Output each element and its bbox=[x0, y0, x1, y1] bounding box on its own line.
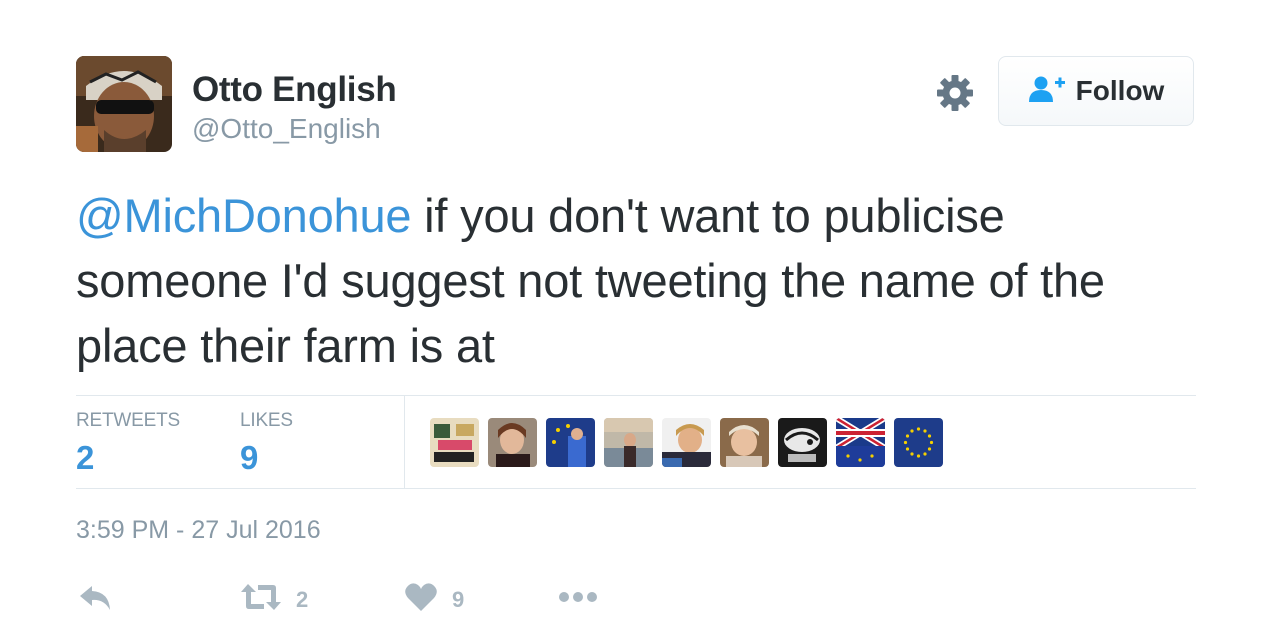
add-user-icon bbox=[1028, 75, 1066, 108]
like-button[interactable]: 9 bbox=[404, 582, 464, 617]
retweet-count: 2 bbox=[296, 586, 309, 612]
more-button[interactable] bbox=[558, 584, 600, 615]
liker-avatar[interactable] bbox=[604, 418, 653, 467]
likes-count[interactable]: 9 bbox=[240, 439, 258, 477]
reply-icon bbox=[78, 582, 114, 619]
retweet-button[interactable]: 2 bbox=[240, 582, 308, 617]
liker-avatar[interactable] bbox=[662, 418, 711, 467]
liker-avatar[interactable] bbox=[488, 418, 537, 467]
stats-bottom-divider bbox=[76, 488, 1196, 489]
retweets-count[interactable]: 2 bbox=[76, 439, 94, 477]
user-display-name[interactable]: Otto English bbox=[192, 70, 397, 110]
tweet-card: Otto English @Otto_English Follow @MichD… bbox=[0, 0, 1272, 642]
retweet-icon bbox=[240, 582, 282, 617]
liker-avatar[interactable] bbox=[894, 418, 943, 467]
likes-label[interactable]: LIKES bbox=[240, 410, 293, 432]
liker-avatar[interactable] bbox=[430, 418, 479, 467]
user-avatar[interactable] bbox=[76, 56, 172, 152]
liker-avatar[interactable] bbox=[778, 418, 827, 467]
tweet-text: @MichDonohue if you don't want to public… bbox=[76, 183, 1196, 378]
stats-top-divider bbox=[76, 395, 1196, 396]
user-handle[interactable]: @Otto_English bbox=[192, 113, 381, 145]
mention-link[interactable]: @MichDonohue bbox=[76, 189, 412, 242]
liker-avatar[interactable] bbox=[836, 418, 885, 467]
liker-avatar[interactable] bbox=[720, 418, 769, 467]
retweets-label[interactable]: RETWEETS bbox=[76, 410, 180, 432]
follow-button[interactable]: Follow bbox=[998, 56, 1194, 126]
stats-vertical-divider bbox=[404, 396, 405, 488]
liker-avatars bbox=[430, 418, 943, 467]
follow-label: Follow bbox=[1075, 75, 1165, 106]
liker-avatar[interactable] bbox=[546, 418, 595, 467]
like-count: 9 bbox=[452, 586, 465, 612]
reply-button[interactable] bbox=[78, 582, 114, 619]
tweet-timestamp[interactable]: 3:59 PM - 27 Jul 2016 bbox=[76, 516, 321, 545]
gear-icon[interactable] bbox=[934, 72, 976, 114]
more-icon bbox=[558, 584, 600, 615]
heart-icon bbox=[404, 582, 438, 617]
